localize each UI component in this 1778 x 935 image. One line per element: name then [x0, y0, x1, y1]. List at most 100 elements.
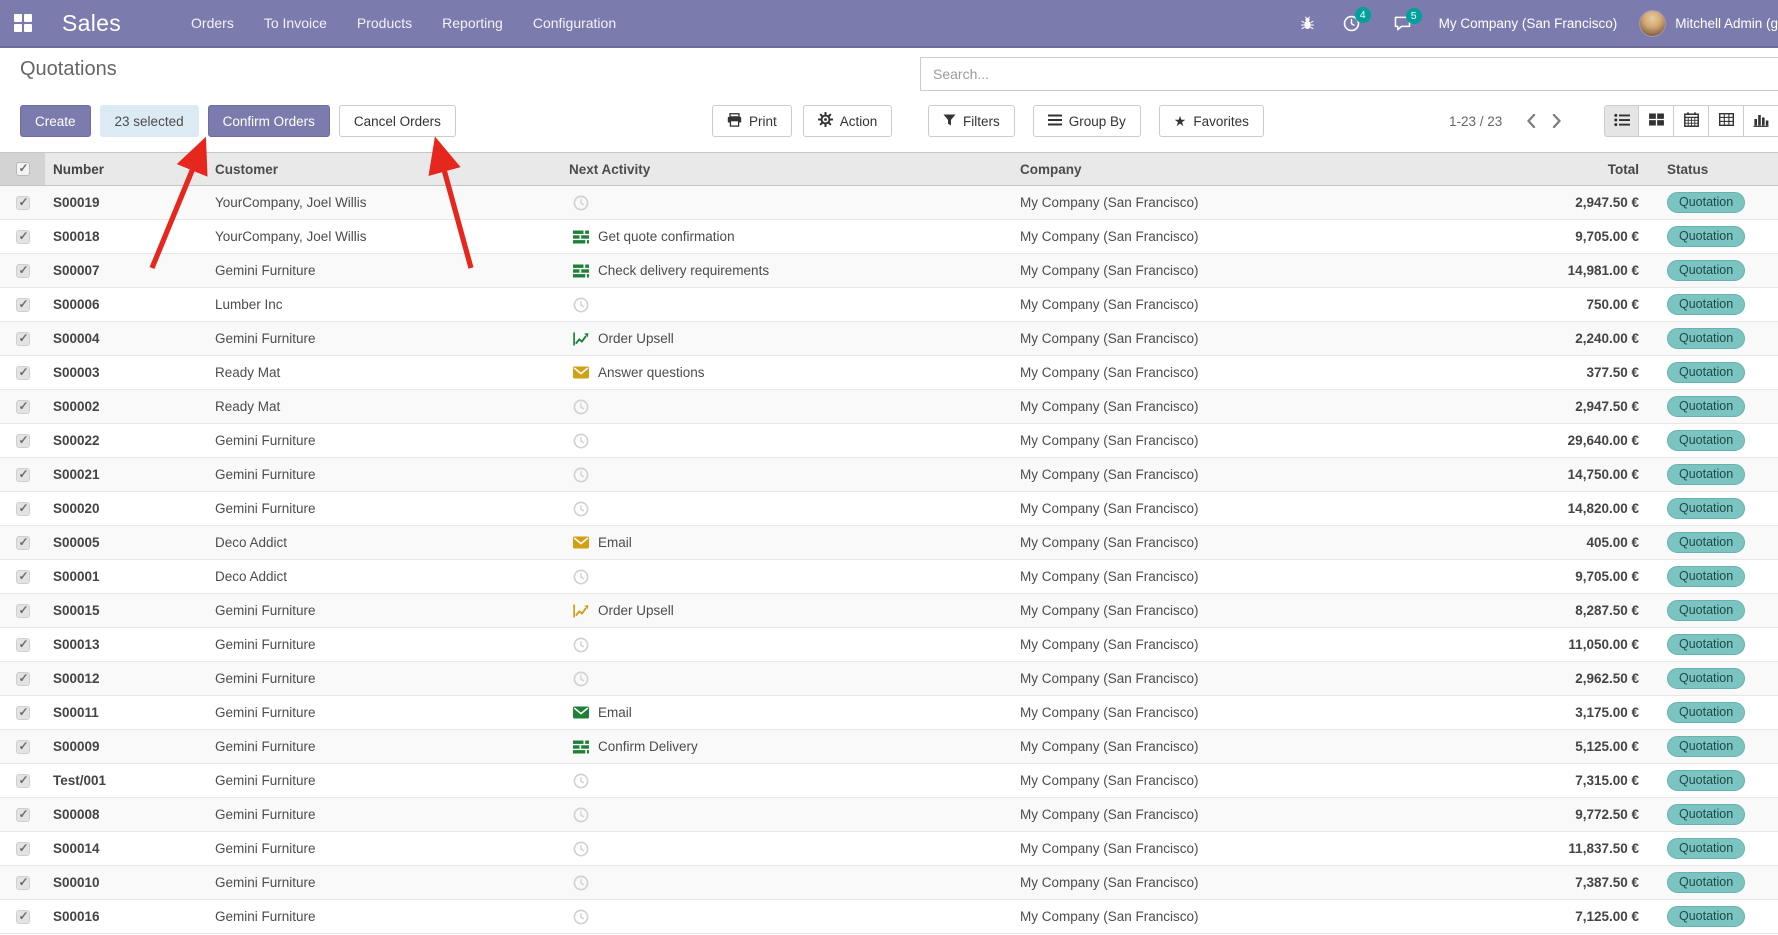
menu-orders[interactable]: Orders — [191, 15, 234, 31]
favorites-button[interactable]: ★ Favorites — [1159, 105, 1264, 137]
table-row[interactable]: S00008 Gemini Furniture My Company (San … — [0, 798, 1778, 832]
row-checkbox[interactable] — [0, 536, 45, 550]
table-row[interactable]: S00011 Gemini Furniture Email My Company… — [0, 696, 1778, 730]
messages-chat-icon[interactable]: 5 — [1394, 16, 1411, 31]
view-pivot-button[interactable] — [1709, 105, 1744, 137]
print-button[interactable]: Print — [712, 105, 792, 137]
view-calendar-button[interactable] — [1674, 105, 1709, 137]
row-checkbox[interactable] — [0, 570, 45, 584]
table-row[interactable]: Test/001 Gemini Furniture My Company (Sa… — [0, 764, 1778, 798]
table-row[interactable]: S00009 Gemini Furniture Confirm Delivery… — [0, 730, 1778, 764]
table-row[interactable]: S00006 Lumber Inc My Company (San Franci… — [0, 288, 1778, 322]
cell-next-activity[interactable] — [569, 773, 1020, 789]
table-row[interactable]: S00015 Gemini Furniture Order Upsell My … — [0, 594, 1778, 628]
cell-next-activity[interactable]: Check delivery requirements — [569, 263, 1020, 278]
col-company[interactable]: Company — [1020, 162, 1440, 177]
table-row[interactable]: S00007 Gemini Furniture Check delivery r… — [0, 254, 1778, 288]
debug-bug-icon[interactable] — [1300, 16, 1315, 31]
table-row[interactable]: S00004 Gemini Furniture Order Upsell My … — [0, 322, 1778, 356]
row-checkbox[interactable] — [0, 604, 45, 618]
cell-next-activity[interactable]: Email — [569, 535, 1020, 550]
col-total[interactable]: Total — [1440, 162, 1645, 177]
col-status[interactable]: Status — [1645, 162, 1778, 177]
selected-count-button[interactable]: 23 selected — [100, 105, 199, 137]
user-menu[interactable]: Mitchell Admin (g — [1675, 16, 1778, 31]
row-checkbox[interactable] — [0, 400, 45, 414]
table-row[interactable]: S00012 Gemini Furniture My Company (San … — [0, 662, 1778, 696]
activities-clock-icon[interactable]: 4 — [1343, 15, 1360, 32]
table-row[interactable]: S00022 Gemini Furniture My Company (San … — [0, 424, 1778, 458]
select-all-checkbox[interactable] — [0, 153, 45, 185]
menu-reporting[interactable]: Reporting — [442, 15, 503, 31]
group-by-button[interactable]: Group By — [1033, 105, 1141, 137]
table-row[interactable]: S00020 Gemini Furniture My Company (San … — [0, 492, 1778, 526]
cell-next-activity[interactable] — [569, 297, 1020, 313]
cell-next-activity[interactable] — [569, 875, 1020, 891]
cell-next-activity[interactable] — [569, 671, 1020, 687]
row-checkbox[interactable] — [0, 672, 45, 686]
view-graph-button[interactable] — [1744, 105, 1778, 137]
cell-next-activity[interactable]: Email — [569, 705, 1020, 720]
table-row[interactable]: S00002 Ready Mat My Company (San Francis… — [0, 390, 1778, 424]
cell-next-activity[interactable]: Answer questions — [569, 365, 1020, 380]
cell-next-activity[interactable] — [569, 195, 1020, 211]
table-row[interactable]: S00001 Deco Addict My Company (San Franc… — [0, 560, 1778, 594]
cell-next-activity[interactable]: Confirm Delivery — [569, 739, 1020, 754]
row-checkbox[interactable] — [0, 332, 45, 346]
search-input[interactable] — [920, 57, 1778, 91]
pager-previous-button[interactable] — [1518, 105, 1544, 137]
table-row[interactable]: S00018 YourCompany, Joel Willis Get quot… — [0, 220, 1778, 254]
cell-next-activity[interactable] — [569, 807, 1020, 823]
view-kanban-button[interactable] — [1639, 105, 1674, 137]
row-checkbox[interactable] — [0, 264, 45, 278]
table-row[interactable]: S00005 Deco Addict Email My Company (San… — [0, 526, 1778, 560]
action-button[interactable]: Action — [803, 105, 893, 137]
create-button[interactable]: Create — [20, 105, 91, 137]
cell-next-activity[interactable] — [569, 467, 1020, 483]
app-title[interactable]: Sales — [62, 10, 121, 37]
col-customer[interactable]: Customer — [215, 162, 569, 177]
table-row[interactable]: S00010 Gemini Furniture My Company (San … — [0, 866, 1778, 900]
menu-products[interactable]: Products — [357, 15, 412, 31]
cell-next-activity[interactable]: Order Upsell — [569, 331, 1020, 346]
col-next-activity[interactable]: Next Activity — [569, 162, 1020, 177]
cell-next-activity[interactable] — [569, 399, 1020, 415]
user-avatar[interactable] — [1639, 10, 1666, 37]
cell-next-activity[interactable]: Get quote confirmation — [569, 229, 1020, 244]
row-checkbox[interactable] — [0, 196, 45, 210]
table-row[interactable]: S00014 Gemini Furniture My Company (San … — [0, 832, 1778, 866]
table-row[interactable]: S00019 YourCompany, Joel Willis My Compa… — [0, 186, 1778, 220]
row-checkbox[interactable] — [0, 842, 45, 856]
row-checkbox[interactable] — [0, 910, 45, 924]
cell-next-activity[interactable] — [569, 909, 1020, 925]
table-row[interactable]: S00021 Gemini Furniture My Company (San … — [0, 458, 1778, 492]
view-list-button[interactable] — [1604, 105, 1639, 137]
confirm-orders-button[interactable]: Confirm Orders — [208, 105, 330, 137]
row-checkbox[interactable] — [0, 468, 45, 482]
row-checkbox[interactable] — [0, 808, 45, 822]
cell-next-activity[interactable] — [569, 637, 1020, 653]
row-checkbox[interactable] — [0, 638, 45, 652]
cell-next-activity[interactable] — [569, 433, 1020, 449]
table-row[interactable]: S00003 Ready Mat Answer questions My Com… — [0, 356, 1778, 390]
row-checkbox[interactable] — [0, 740, 45, 754]
row-checkbox[interactable] — [0, 298, 45, 312]
company-switcher[interactable]: My Company (San Francisco) — [1439, 16, 1618, 31]
filters-button[interactable]: Filters — [928, 105, 1015, 137]
row-checkbox[interactable] — [0, 774, 45, 788]
menu-configuration[interactable]: Configuration — [533, 15, 616, 31]
row-checkbox[interactable] — [0, 502, 45, 516]
row-checkbox[interactable] — [0, 230, 45, 244]
col-number[interactable]: Number — [45, 162, 215, 177]
cell-next-activity[interactable] — [569, 841, 1020, 857]
pager-next-button[interactable] — [1544, 105, 1570, 137]
cancel-orders-button[interactable]: Cancel Orders — [339, 105, 456, 137]
cell-next-activity[interactable]: Order Upsell — [569, 603, 1020, 618]
row-checkbox[interactable] — [0, 434, 45, 448]
cell-next-activity[interactable] — [569, 501, 1020, 517]
apps-menu-icon[interactable] — [14, 14, 32, 32]
cell-next-activity[interactable] — [569, 569, 1020, 585]
row-checkbox[interactable] — [0, 366, 45, 380]
row-checkbox[interactable] — [0, 876, 45, 890]
row-checkbox[interactable] — [0, 706, 45, 720]
